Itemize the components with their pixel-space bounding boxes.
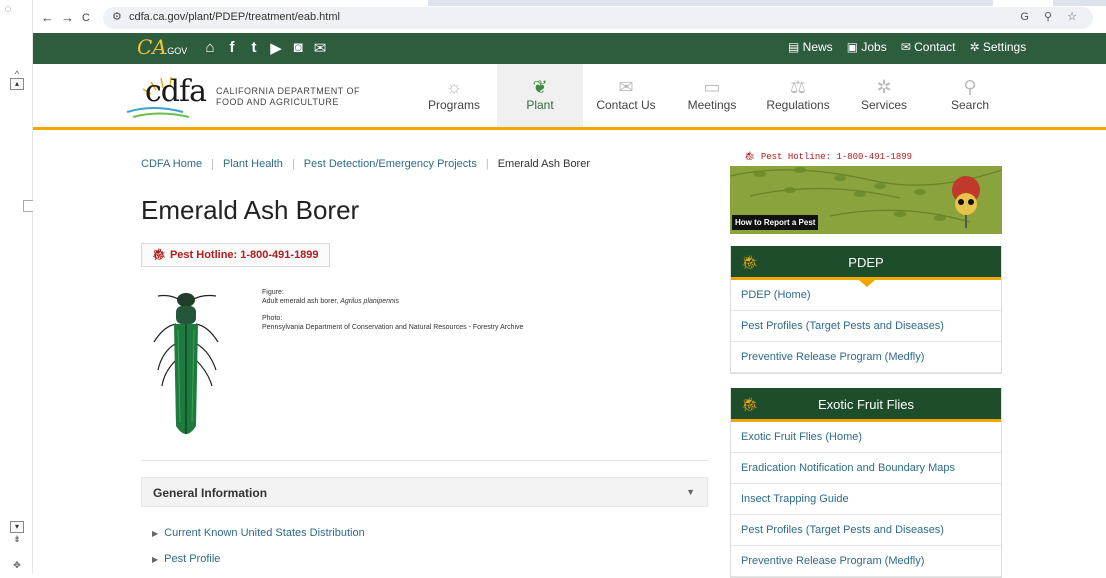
youtube-icon[interactable]: ▶	[265, 39, 287, 57]
jobs-link[interactable]: ▣ Jobs	[847, 40, 887, 54]
menu-contact-us[interactable]: ✉ Contact Us	[583, 64, 669, 127]
forward-arrow-icon[interactable]: →	[61, 10, 74, 26]
breadcrumb-pest-detection[interactable]: Pest Detection/Emergency Projects	[304, 158, 477, 170]
url-text[interactable]: cdfa.ca.gov/plant/PDEP/treatment/eab.htm…	[129, 11, 340, 23]
report-pest-banner[interactable]: How to Report a Pest	[730, 166, 1002, 234]
envelope-icon: ✉	[900, 40, 915, 54]
exotic-fruit-flies-panel: 🐞︎ Exotic Fruit Flies Exotic Fruit Flies…	[730, 388, 1002, 578]
site-top-bar: CA.GOV ⌂ f t ▶ ◙ ✉ ▤ News ▣ Jobs ✉ Conta…	[33, 33, 1106, 64]
reload-icon[interactable]: C	[82, 10, 90, 26]
collapse-toggle-button[interactable]: ▴	[10, 78, 24, 90]
back-arrow-icon[interactable]: ←	[41, 10, 54, 26]
contact-link[interactable]: ✉ Contact	[901, 40, 956, 54]
bug-icon: 🐞︎	[744, 152, 761, 162]
breadcrumb-current: Emerald Ash Borer	[497, 158, 591, 170]
menu-search[interactable]: ⚲ Search	[927, 64, 1013, 127]
editor-gutter: ^ ▴ ▾ ⇟ ✥	[0, 0, 33, 573]
expand-toggle-button[interactable]: ▾	[10, 521, 24, 533]
menu-plant[interactable]: ❦ Plant	[497, 64, 583, 127]
emerald-ash-borer-image	[153, 293, 219, 434]
facebook-icon[interactable]: f	[221, 39, 243, 57]
panel-link[interactable]: Pest Profiles (Target Pests and Diseases…	[731, 311, 1001, 342]
panel-pointer	[859, 280, 875, 287]
move-handle-icon[interactable]: ✥	[10, 561, 24, 570]
address-bar[interactable]: ⚙ cdfa.ca.gov/plant/PDEP/treatment/eab.h…	[103, 7, 1093, 29]
panel-link[interactable]: Insect Trapping Guide	[731, 484, 1001, 515]
envelope-icon: ✉	[618, 77, 634, 97]
instagram-icon[interactable]: ◙	[287, 39, 309, 57]
scales-icon: ⚖	[789, 77, 807, 97]
gear-icon: ✲	[969, 40, 983, 54]
site-settings-icon[interactable]: ⚙	[112, 10, 122, 23]
panel-title: PDEP	[848, 255, 884, 270]
social-links: ⌂ f t ▶ ◙ ✉	[199, 39, 331, 57]
breadcrumb-separator: |	[485, 158, 489, 170]
scroll-arrows-icon[interactable]: ⇟	[10, 535, 24, 544]
settings-link[interactable]: ✲ Settings	[969, 40, 1026, 54]
tab[interactable]	[993, 0, 1053, 6]
gutter-dot-icon	[5, 6, 11, 12]
gear-icon: ✲	[876, 77, 892, 97]
ca-gov-logo[interactable]: CA.GOV	[137, 36, 187, 62]
search-icon: ⚲	[963, 77, 977, 97]
panel-link[interactable]: Eradication Notification and Boundary Ma…	[731, 453, 1001, 484]
breadcrumb-cdfa-home[interactable]: CDFA Home	[141, 158, 202, 170]
breadcrumb: CDFA Home | Plant Health | Pest Detectio…	[141, 158, 590, 170]
triangle-right-icon: ▶	[152, 555, 159, 564]
utility-links: ▤ News ▣ Jobs ✉ Contact ✲ Settings	[788, 40, 1026, 54]
figure-caption: Figure: Adult emerald ash borer, Agrilus…	[262, 289, 524, 331]
gutter-marker	[23, 200, 33, 212]
twitter-icon[interactable]: t	[243, 39, 265, 57]
newspaper-icon: ▤	[788, 40, 803, 54]
accordion-title: General Information	[153, 486, 268, 500]
menu-programs[interactable]: ☼ Programs	[411, 64, 497, 127]
panel-link[interactable]: Pest Profiles (Target Pests and Diseases…	[731, 515, 1001, 546]
link-current-known-us-distribution[interactable]: ▶ Current Known United States Distributio…	[152, 527, 365, 539]
department-name: CALIFORNIA DEPARTMENT OF FOOD AND AGRICU…	[216, 86, 361, 107]
pest-hotline-box: 🐞︎ Pest Hotline: 1-800-491-1899	[141, 243, 330, 267]
breadcrumb-plant-health[interactable]: Plant Health	[223, 158, 283, 170]
menu-services[interactable]: ✲ Services	[841, 64, 927, 127]
breadcrumb-separator: |	[291, 158, 295, 170]
triangle-right-icon: ▶	[152, 529, 159, 538]
cdfa-wordmark[interactable]: cdfa	[145, 74, 207, 109]
panel-link[interactable]: Preventive Release Program (Medfly)	[731, 546, 1001, 577]
main-menu: ☼ Programs ❦ Plant ✉ Contact Us ▭ Meetings ⚖…	[411, 64, 1013, 127]
panel-title: Exotic Fruit Flies	[817, 397, 915, 412]
browser-toolbar: ← → C ⚙ cdfa.ca.gov/plant/PDEP/treatment…	[33, 0, 1106, 33]
calendar-icon: ▭	[703, 77, 721, 97]
banner-label: How to Report a Pest	[732, 215, 819, 230]
home-icon[interactable]: ⌂	[199, 39, 221, 57]
bug-icon: 🐞︎	[152, 249, 166, 261]
tab-strip	[33, 0, 1106, 6]
content-divider	[141, 460, 708, 461]
general-information-accordion[interactable]: General Information ▼	[141, 477, 708, 507]
sidebar-pest-hotline: 🐞︎ Pest Hotline: 1-800-491-1899	[744, 152, 913, 162]
site-header: cdfa CALIFORNIA DEPARTMENT OF FOOD AND A…	[33, 64, 1106, 130]
briefcase-icon: ▣	[846, 40, 862, 54]
link-pest-profile[interactable]: ▶ Pest Profile	[152, 553, 220, 565]
menu-regulations[interactable]: ⚖ Regulations	[755, 64, 841, 127]
panel-header: 🐞︎ Exotic Fruit Flies	[731, 388, 1001, 422]
panel-link[interactable]: Exotic Fruit Flies (Home)	[731, 422, 1001, 453]
address-bar-tools[interactable]: G ⚲ ☆	[1020, 10, 1083, 23]
breadcrumb-separator: |	[211, 158, 214, 170]
panel-link[interactable]: Preventive Release Program (Medfly)	[731, 342, 1001, 373]
email-icon[interactable]: ✉	[309, 39, 331, 57]
menu-meetings[interactable]: ▭ Meetings	[669, 64, 755, 127]
news-link[interactable]: ▤ News	[788, 40, 833, 54]
panel-header: 🐞︎ PDEP	[731, 246, 1001, 287]
pdep-panel: 🐞︎ PDEP PDEP (Home) Pest Profiles (Targe…	[730, 246, 1002, 374]
leaf-icon: ❦	[532, 77, 548, 97]
page-title: Emerald Ash Borer	[141, 195, 360, 225]
sun-icon: ☼	[445, 77, 463, 97]
active-tab[interactable]	[33, 0, 428, 6]
chevron-down-icon: ▼	[686, 487, 695, 497]
